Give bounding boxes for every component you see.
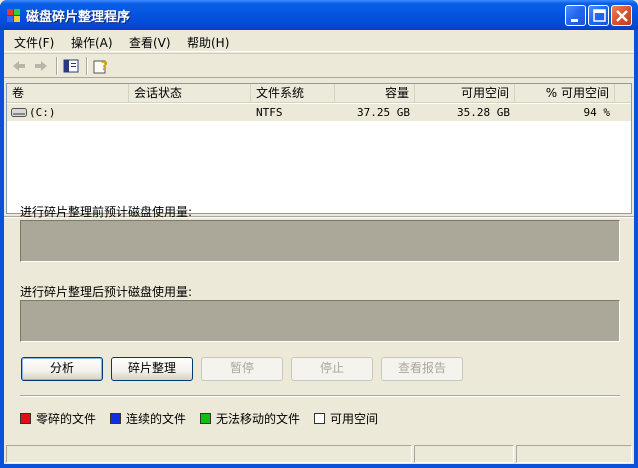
volume-name: (C:): [29, 106, 56, 119]
title-bar[interactable]: 磁盘碎片整理程序: [0, 0, 638, 30]
menu-bar: 文件(F) 操作(A) 查看(V) 帮助(H): [4, 30, 634, 52]
volume-row[interactable]: (C:) NTFS 37.25 GB 35.28 GB 94 %: [7, 104, 631, 121]
help-icon[interactable]: ?: [92, 57, 110, 75]
column-percent-free[interactable]: % 可用空间: [515, 84, 615, 103]
status-pane-2: [414, 445, 514, 463]
window-content: 文件(F) 操作(A) 查看(V) 帮助(H) ? 卷 会话状态 文件系统 容量…: [4, 30, 634, 464]
menu-view[interactable]: 查看(V): [129, 34, 171, 51]
column-capacity[interactable]: 容量: [335, 84, 415, 103]
legend-unmovable: 无法移动的文件: [200, 410, 300, 427]
file-system: NTFS: [256, 106, 283, 119]
minimize-icon: [571, 19, 578, 22]
legend-contiguous: 连续的文件: [110, 410, 186, 427]
column-volume[interactable]: 卷: [7, 84, 129, 103]
column-session-status[interactable]: 会话状态: [129, 84, 251, 103]
free-space: 35.28 GB: [457, 106, 510, 119]
hard-drive-icon: [11, 108, 27, 117]
toolbar-separator: [86, 57, 88, 75]
legend-separator: [20, 395, 620, 397]
column-file-system[interactable]: 文件系统: [251, 84, 335, 103]
unmovable-swatch: [200, 413, 211, 424]
legend-label: 零碎的文件: [36, 412, 97, 426]
maximize-icon: [593, 9, 606, 22]
stop-button[interactable]: 停止: [291, 357, 373, 381]
analyze-button[interactable]: 分析: [21, 357, 103, 381]
before-usage-display: [20, 220, 620, 262]
toolbar: ?: [4, 53, 634, 78]
before-usage-label: 进行碎片整理前预计磁盘使用量:: [20, 205, 193, 219]
forward-arrow-icon[interactable]: [32, 57, 50, 75]
view-report-button[interactable]: 查看报告: [381, 357, 463, 381]
after-usage-label: 进行碎片整理后预计磁盘使用量:: [20, 285, 193, 299]
contiguous-swatch: [110, 413, 121, 424]
show-hide-tree-icon[interactable]: [62, 57, 80, 75]
menu-action[interactable]: 操作(A): [71, 34, 113, 51]
defragment-button[interactable]: 碎片整理: [111, 357, 193, 381]
close-icon: [616, 10, 628, 22]
legend-label: 可用空间: [330, 412, 379, 426]
defrag-window: 磁盘碎片整理程序 文件(F) 操作(A) 查看(V) 帮助(H) ? 卷 会话状…: [0, 0, 638, 468]
svg-text:?: ?: [101, 59, 108, 73]
legend-fragmented: 零碎的文件: [20, 410, 96, 427]
percent-free: 94 %: [583, 106, 611, 119]
window-title: 磁盘碎片整理程序: [26, 10, 131, 25]
volume-list[interactable]: 卷 会话状态 文件系统 容量 可用空间 % 可用空间 (C:) NTFS 37.…: [6, 83, 632, 214]
menu-help[interactable]: 帮助(H): [187, 34, 229, 51]
free-space-swatch: [314, 413, 325, 424]
maximize-button[interactable]: [588, 5, 609, 26]
defrag-app-icon: [7, 9, 20, 22]
legend-label: 无法移动的文件: [216, 412, 301, 426]
status-pane-main: [6, 445, 412, 463]
pause-button[interactable]: 暂停: [201, 357, 283, 381]
status-bar: [4, 442, 634, 464]
column-free-space[interactable]: 可用空间: [415, 84, 515, 103]
capacity: 37.25 GB: [357, 106, 410, 119]
fragmented-swatch: [20, 413, 31, 424]
back-arrow-icon[interactable]: [10, 57, 28, 75]
close-button[interactable]: [611, 5, 632, 26]
after-usage-display: [20, 300, 620, 342]
legend-label: 连续的文件: [126, 412, 187, 426]
minimize-button[interactable]: [565, 5, 586, 26]
status-pane-3: [516, 445, 632, 463]
volume-list-header: 卷 会话状态 文件系统 容量 可用空间 % 可用空间: [7, 84, 631, 103]
menu-file[interactable]: 文件(F): [14, 34, 54, 51]
toolbar-separator: [56, 57, 58, 75]
legend-free-space: 可用空间: [314, 410, 378, 427]
